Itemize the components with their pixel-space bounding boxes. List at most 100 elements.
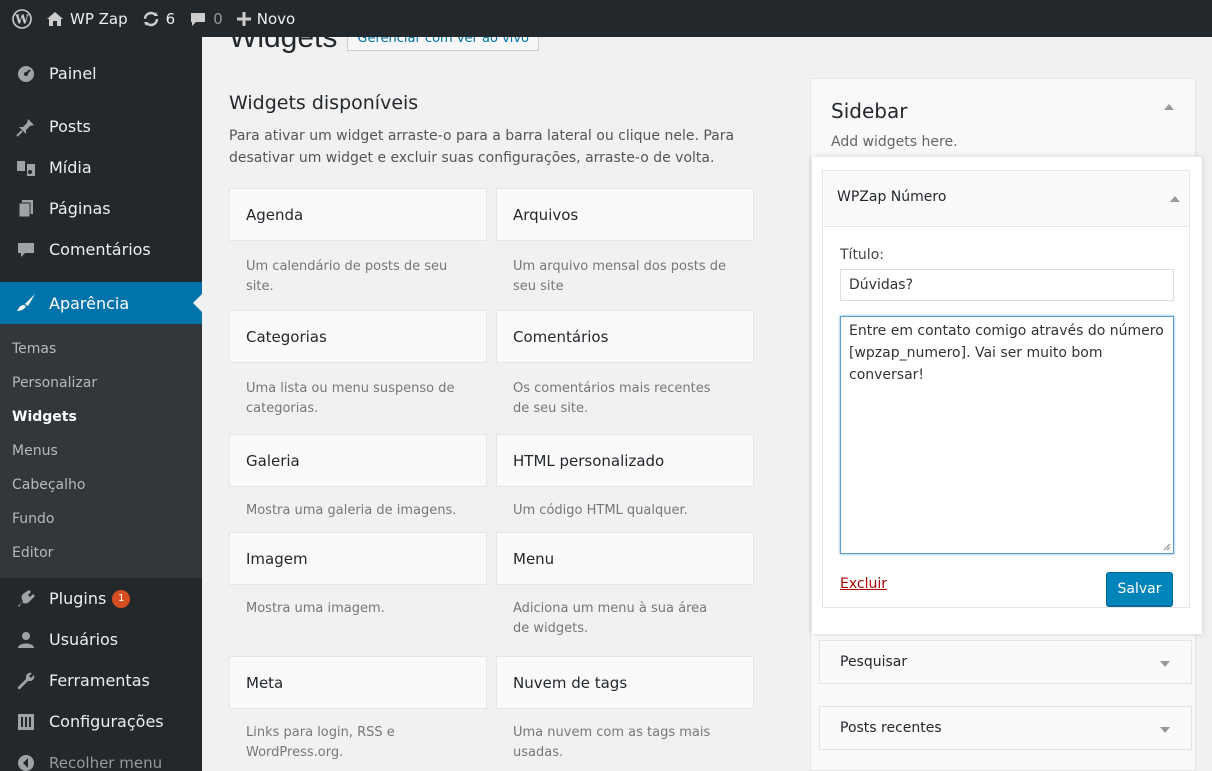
settings-icon	[15, 711, 37, 733]
widget-description: Um arquivo mensal dos posts de seu site	[513, 259, 727, 294]
widget-meta[interactable]: Meta	[229, 656, 487, 709]
home-icon	[46, 11, 64, 27]
menu-label: Configurações	[49, 712, 164, 731]
menu-item-ferramentas[interactable]: Ferramentas	[0, 660, 202, 701]
new-content-link[interactable]: Novo	[230, 0, 302, 37]
submenu-item-temas[interactable]: Temas	[0, 332, 202, 366]
updates-icon	[142, 10, 160, 28]
widget-title: WPZap Número	[837, 189, 947, 205]
widget-categorias[interactable]: Categorias	[229, 310, 487, 363]
widget-description: Adiciona um menu à sua área de widgets.	[513, 601, 708, 636]
pin-icon	[15, 116, 37, 138]
menu-item-midia[interactable]: Mídia	[0, 147, 202, 188]
save-button[interactable]: Salvar	[1106, 572, 1173, 606]
menu-label: Usuários	[49, 630, 119, 649]
comments-link[interactable]: 0	[182, 0, 230, 37]
resize-grip-icon[interactable]	[1163, 543, 1171, 551]
widget-html-personalizado[interactable]: HTML personalizado	[496, 434, 754, 487]
sidebar-description: Add widgets here.	[831, 134, 958, 150]
collapse-arrow-icon[interactable]	[1164, 104, 1174, 110]
widget-description: Mostra uma galeria de imagens.	[246, 503, 457, 518]
brush-icon	[15, 292, 37, 314]
menu-item-plugins[interactable]: Plugins 1	[0, 578, 202, 619]
sidebar-title: Sidebar	[831, 99, 908, 123]
menu-label: Plugins	[49, 589, 107, 608]
expand-arrow-icon[interactable]	[1160, 727, 1170, 733]
menu-label: Painel	[49, 64, 97, 83]
comment-icon	[15, 239, 37, 261]
wpzap-widget-highlight: WPZap Número Título: Entre em contato co…	[812, 157, 1202, 634]
menu-item-comentarios[interactable]: Comentários	[0, 229, 202, 270]
menu-item-posts[interactable]: Posts	[0, 106, 202, 147]
wordpress-logo-icon[interactable]: W	[0, 0, 39, 37]
menu-label: Posts	[49, 117, 91, 136]
expand-arrow-icon[interactable]	[1160, 661, 1170, 667]
users-icon	[15, 629, 37, 651]
title-field-label: Título:	[840, 247, 884, 263]
widget-description: Uma lista ou menu suspenso de categorias…	[246, 381, 455, 416]
widget-arquivos[interactable]: Arquivos	[496, 188, 754, 241]
submenu-item-cabecalho[interactable]: Cabeçalho	[0, 468, 202, 502]
updates-count: 6	[165, 9, 176, 28]
menu-label: Aparência	[49, 293, 130, 313]
menu-item-configuracoes[interactable]: Configurações	[0, 701, 202, 742]
submenu-item-menus[interactable]: Menus	[0, 434, 202, 468]
widget-description: Os comentários mais recentes de seu site…	[513, 381, 711, 416]
menu-item-painel[interactable]: Painel	[0, 53, 202, 94]
submenu-item-editor[interactable]: Editor	[0, 536, 202, 570]
widget-description: Mostra uma imagem.	[246, 601, 385, 616]
widget-description: Um calendário de posts de seu site.	[246, 259, 448, 294]
menu-label: Ferramentas	[49, 671, 150, 690]
menu-label: Recolher menu	[49, 753, 163, 771]
widget-pesquisar[interactable]: Pesquisar	[819, 640, 1192, 684]
menu-item-aparencia[interactable]: Aparência	[0, 282, 202, 324]
widget-galeria[interactable]: Galeria	[229, 434, 487, 487]
widget-title: Posts recentes	[840, 720, 942, 736]
menu-item-paginas[interactable]: Páginas	[0, 188, 202, 229]
site-name: WP Zap	[70, 9, 128, 28]
title-input[interactable]	[840, 269, 1174, 301]
admin-menu: Painel Posts Mídia Páginas Comentários A…	[0, 37, 202, 771]
submenu-item-widgets[interactable]: Widgets	[0, 400, 202, 434]
submenu-item-fundo[interactable]: Fundo	[0, 502, 202, 536]
plugin-icon	[15, 588, 37, 610]
widget-description: Uma nuvem com as tags mais usadas.	[513, 725, 711, 760]
menu-label: Mídia	[49, 158, 92, 177]
available-widgets-title: Widgets disponíveis	[229, 92, 419, 114]
media-icon	[15, 157, 37, 179]
menu-label: Comentários	[49, 240, 151, 259]
submenu-item-personalizar[interactable]: Personalizar	[0, 366, 202, 400]
comments-count: 0	[213, 9, 223, 28]
content-textarea[interactable]: Entre em contato comigo através do númer…	[840, 316, 1174, 554]
collapse-icon	[15, 752, 37, 771]
comment-bubble-icon	[189, 11, 207, 27]
new-label: Novo	[256, 9, 296, 28]
widget-description: Links para login, RSS e WordPress.org.	[246, 725, 395, 760]
widget-nuvem-de-tags[interactable]: Nuvem de tags	[496, 656, 754, 709]
widget-form: Título: Entre em contato comigo através …	[822, 226, 1190, 608]
widget-description: Um código HTML qualquer.	[513, 503, 688, 518]
menu-label: Páginas	[49, 199, 111, 218]
widget-title: Pesquisar	[840, 654, 908, 670]
collapse-arrow-icon[interactable]	[1170, 196, 1180, 202]
widget-agenda[interactable]: Agenda	[229, 188, 487, 241]
site-name-link[interactable]: WP Zap	[39, 0, 135, 37]
dashboard-icon	[15, 63, 37, 85]
wrench-icon	[15, 670, 37, 692]
svg-text:W: W	[14, 12, 29, 26]
plus-icon	[236, 11, 251, 26]
widget-menu[interactable]: Menu	[496, 532, 754, 585]
appearance-submenu: Temas Personalizar Widgets Menus Cabeçal…	[0, 324, 202, 578]
page-icon	[15, 198, 37, 220]
widget-imagem[interactable]: Imagem	[229, 532, 487, 585]
menu-item-usuarios[interactable]: Usuários	[0, 619, 202, 660]
widget-header[interactable]: WPZap Número	[822, 170, 1190, 226]
widget-comentarios[interactable]: Comentários	[496, 310, 754, 363]
plugins-update-badge: 1	[112, 589, 131, 608]
delete-link[interactable]: Excluir	[840, 576, 887, 592]
updates-link[interactable]: 6	[135, 0, 183, 37]
widget-posts-recentes[interactable]: Posts recentes	[819, 706, 1192, 750]
admin-bar: W WP Zap 6 0 Novo	[0, 0, 1212, 37]
available-widgets-description: Para ativar um widget arraste-o para a b…	[229, 128, 735, 166]
collapse-menu-button[interactable]: Recolher menu	[0, 742, 202, 771]
